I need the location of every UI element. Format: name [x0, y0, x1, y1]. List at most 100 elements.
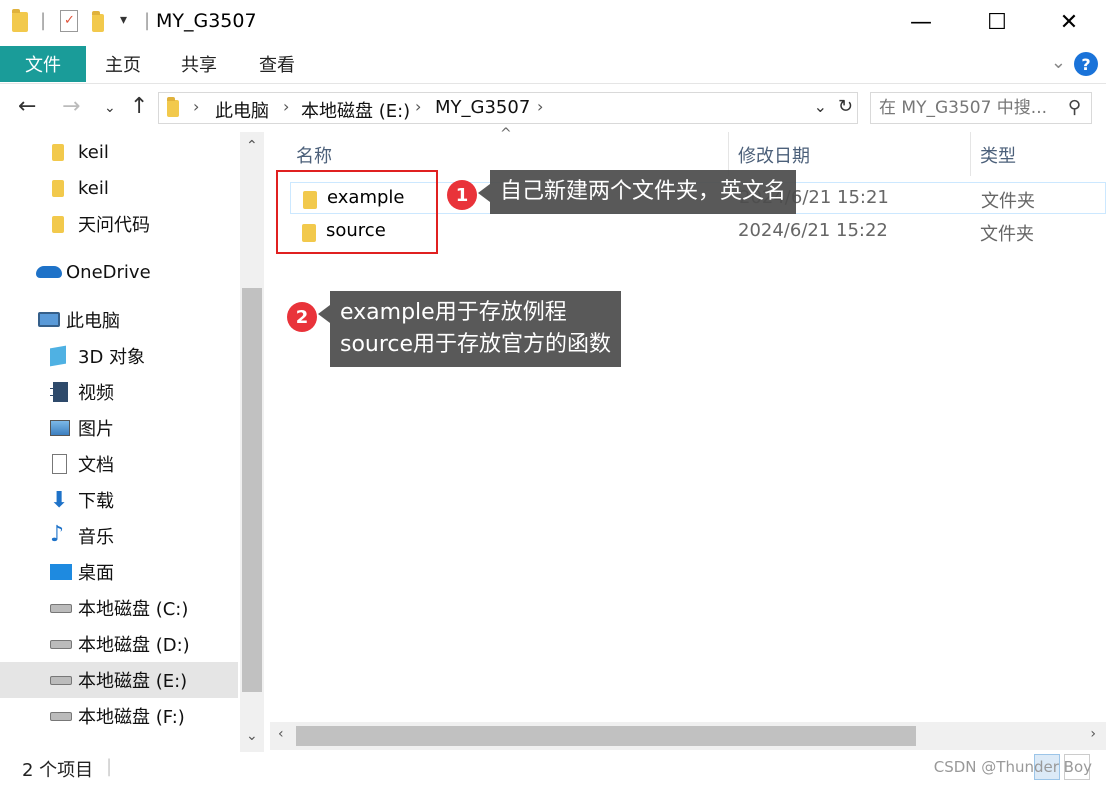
window-title: MY_G3507	[156, 10, 257, 32]
up-arrow-icon[interactable]: ↑	[130, 94, 148, 119]
nav-item-3d-objects[interactable]: 3D 对象	[0, 338, 238, 374]
navigation-row: ← → ⌄ ↑ › 此电脑 › 本地磁盘 (E:) › MY_G3507 › ⌄…	[0, 84, 1106, 132]
tab-share[interactable]: 共享	[170, 48, 228, 80]
back-arrow-icon[interactable]: ←	[18, 94, 36, 119]
nav-item-keil[interactable]: keil	[0, 134, 238, 170]
annotation-badge-1: 1	[447, 180, 477, 210]
annotation-highlight-box	[276, 170, 438, 254]
recent-locations-chevron-icon[interactable]: ⌄	[104, 100, 116, 116]
file-modified: 2024/6/21 15:22	[738, 220, 888, 241]
tab-view[interactable]: 查看	[248, 48, 306, 80]
search-box[interactable]: ⚲	[870, 92, 1092, 124]
nav-item-drive-d[interactable]: 本地磁盘 (D:)	[0, 626, 238, 662]
tab-home[interactable]: 主页	[94, 48, 152, 80]
status-bar: 2 个项目 | CSDN @Thunder Boy	[0, 752, 1106, 786]
new-folder-icon[interactable]	[92, 11, 104, 32]
refresh-icon[interactable]: ↻	[838, 96, 853, 117]
scroll-left-icon[interactable]: ‹	[278, 726, 284, 742]
horizontal-scrollbar-thumb[interactable]	[296, 726, 916, 746]
customize-quick-access-icon[interactable]: ▾	[120, 12, 127, 28]
drive-icon	[50, 604, 72, 613]
nav-item-this-pc[interactable]: 此电脑	[0, 302, 238, 338]
nav-item-label: 文档	[78, 455, 114, 476]
document-icon	[52, 454, 67, 474]
nav-item-keil[interactable]: keil	[0, 170, 238, 206]
callout-2-line-2: source用于存放官方的函数	[340, 332, 612, 357]
nav-item-documents[interactable]: 文档	[0, 446, 238, 482]
scroll-right-icon[interactable]: ›	[1090, 726, 1096, 742]
nav-item-label: 音乐	[78, 527, 114, 548]
nav-item-music[interactable]: ♪ 音乐	[0, 518, 238, 554]
separator: |	[40, 10, 47, 31]
breadcrumb-this-pc[interactable]: 此电脑	[215, 97, 269, 123]
folder-icon	[52, 216, 64, 233]
folder-icon	[52, 144, 64, 161]
chevron-down-icon[interactable]: ⌄	[1051, 52, 1066, 73]
item-count: 2 个项目	[22, 760, 94, 781]
desktop-icon	[50, 564, 72, 580]
callout-2-line-1: example用于存放例程	[340, 300, 567, 325]
scroll-down-icon[interactable]: ⌄	[246, 728, 258, 744]
title-bar: | ✓ ▾ | MY_G3507 — ☐ ✕	[0, 0, 1106, 44]
music-icon: ♪	[50, 522, 65, 547]
nav-item-label: 本地磁盘 (F:)	[78, 707, 185, 728]
search-input[interactable]	[879, 96, 1059, 120]
nav-item-videos[interactable]: 视频	[0, 374, 238, 410]
close-button[interactable]: ✕	[1032, 0, 1106, 44]
search-icon[interactable]: ⚲	[1068, 97, 1081, 118]
breadcrumb-current-folder[interactable]: MY_G3507	[435, 97, 530, 118]
scroll-up-icon[interactable]: ⌃	[246, 138, 258, 154]
nav-item-label: 本地磁盘 (C:)	[78, 599, 189, 620]
drive-icon	[50, 712, 72, 721]
nav-item-label: 视频	[78, 383, 114, 404]
chevron-down-icon[interactable]: ⌄	[814, 97, 827, 116]
folder-icon	[52, 180, 64, 197]
breadcrumb-separator-icon[interactable]: ›	[193, 97, 199, 116]
properties-icon[interactable]: ✓	[60, 10, 78, 32]
annotation-callout-2: example用于存放例程 source用于存放官方的函数	[317, 291, 622, 367]
navigation-scrollbar-thumb[interactable]	[242, 288, 262, 692]
column-header-type[interactable]: 类型	[980, 142, 1016, 168]
maximize-button[interactable]: ☐	[960, 0, 1034, 44]
separator: |	[144, 10, 151, 31]
drive-icon	[50, 676, 72, 685]
minimize-button[interactable]: —	[884, 0, 958, 44]
nav-item-label: 3D 对象	[78, 347, 146, 368]
picture-icon	[50, 420, 70, 436]
nav-item-tianwen-code[interactable]: 天问代码	[0, 206, 238, 242]
nav-item-drive-f[interactable]: 本地磁盘 (F:)	[0, 698, 238, 734]
cube-icon	[50, 345, 66, 367]
nav-item-drive-e[interactable]: 本地磁盘 (E:)	[0, 662, 238, 698]
nav-item-pictures[interactable]: 图片	[0, 410, 238, 446]
nav-item-label: 本地磁盘 (E:)	[78, 671, 188, 692]
computer-icon	[38, 312, 60, 327]
nav-item-desktop[interactable]: 桌面	[0, 554, 238, 590]
nav-item-label: keil	[78, 141, 109, 163]
drive-icon	[50, 640, 72, 649]
folder-icon	[12, 9, 28, 32]
forward-arrow-icon[interactable]: →	[62, 94, 80, 119]
breadcrumb-separator-icon[interactable]: ›	[537, 97, 543, 116]
horizontal-scrollbar[interactable]: ‹ ›	[270, 722, 1106, 750]
ribbon-tabs: 文件 主页 共享 查看 ⌄ ?	[0, 44, 1106, 84]
nav-item-label: 图片	[78, 419, 114, 440]
help-icon[interactable]: ?	[1074, 52, 1098, 76]
nav-item-drive-c[interactable]: 本地磁盘 (C:)	[0, 590, 238, 626]
breadcrumb-drive-e[interactable]: 本地磁盘 (E:)	[301, 97, 410, 123]
separator: |	[106, 756, 113, 777]
nav-item-label: 本地磁盘 (D:)	[78, 635, 190, 656]
callout-1-text: 自己新建两个文件夹，英文名	[500, 179, 787, 204]
column-header-modified[interactable]: 修改日期	[738, 142, 810, 168]
column-header-name[interactable]: 名称	[296, 142, 332, 168]
nav-item-downloads[interactable]: ⬇ 下载	[0, 482, 238, 518]
navigation-pane: keil keil 天问代码 OneDrive 此电脑 3D 对象 视频 图片 …	[0, 132, 264, 752]
breadcrumb-separator-icon[interactable]: ›	[283, 97, 289, 116]
breadcrumb-separator-icon[interactable]: ›	[415, 97, 421, 116]
column-divider[interactable]	[970, 132, 971, 176]
tab-file[interactable]: 文件	[0, 46, 86, 82]
nav-item-label: 下载	[78, 491, 114, 512]
cloud-icon	[36, 266, 62, 278]
file-type: 文件夹	[981, 191, 1035, 212]
nav-item-onedrive[interactable]: OneDrive	[0, 254, 238, 290]
address-bar[interactable]: › 此电脑 › 本地磁盘 (E:) › MY_G3507 › ⌄ ↻	[158, 92, 858, 124]
